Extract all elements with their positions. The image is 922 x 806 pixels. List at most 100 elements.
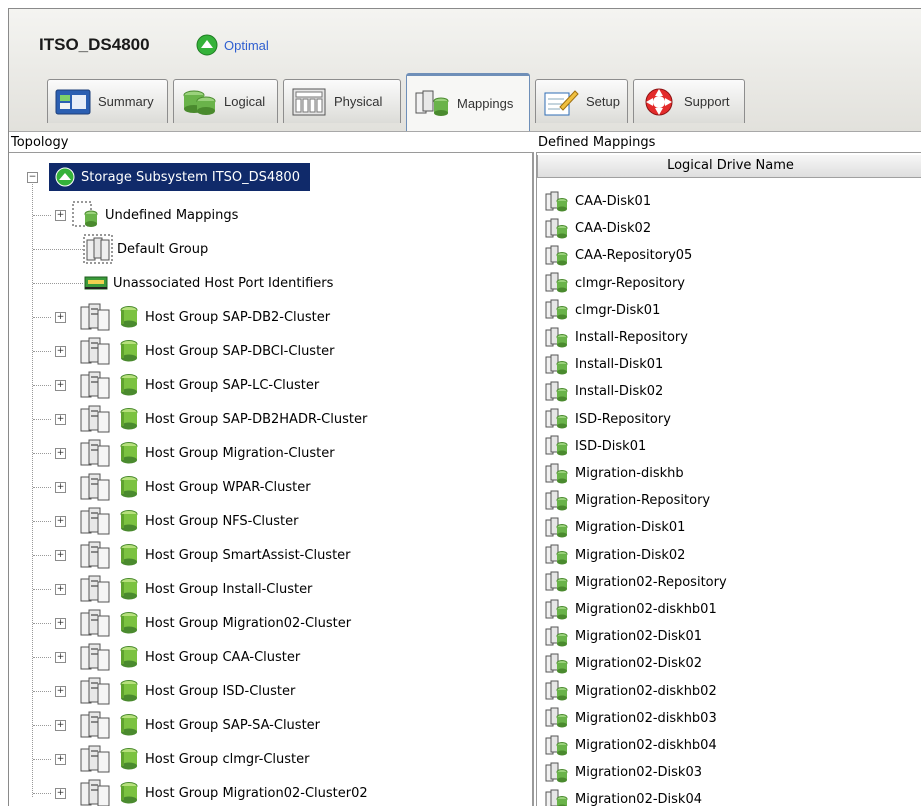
host-port-icon xyxy=(83,274,109,292)
mapping-row[interactable]: CAA-Disk02 xyxy=(545,215,651,242)
mapping-row[interactable]: ISD-Disk01 xyxy=(545,433,646,460)
tree-host-group[interactable]: Host Group SmartAssist-Cluster xyxy=(79,540,351,570)
tab-mappings[interactable]: Mappings xyxy=(406,73,530,131)
host-group-label: Host Group SAP-LC-Cluster xyxy=(145,377,320,393)
host-group-icon xyxy=(79,744,113,774)
host-group-icon xyxy=(79,608,113,638)
host-group-expand[interactable]: + xyxy=(55,652,66,663)
host-group-expand[interactable]: + xyxy=(55,346,66,357)
column-header-logical-drive[interactable]: Logical Drive Name xyxy=(537,155,921,178)
mapping-row[interactable]: CAA-Repository05 xyxy=(545,242,692,269)
tree-host-group[interactable]: Host Group SAP-DBCI-Cluster xyxy=(79,336,335,366)
app-window: ITSO_DS4800 Optimal Summary Logical Phys… xyxy=(8,8,921,806)
host-group-expand[interactable]: + xyxy=(55,414,66,425)
tree-host-group[interactable]: Host Group SAP-SA-Cluster xyxy=(79,710,320,740)
tab-setup[interactable]: Setup xyxy=(535,79,628,123)
host-group-label: Host Group clmgr-Cluster xyxy=(145,751,310,767)
tree-host-group[interactable]: Host Group ISD-Cluster xyxy=(79,676,295,706)
host-group-expand[interactable]: + xyxy=(55,686,66,697)
tab-logical-label: Logical xyxy=(224,94,266,109)
logical-drive-name: Install-Repository xyxy=(575,330,688,345)
mappings-heading: Defined Mappings xyxy=(538,135,656,150)
mapping-row[interactable]: Migration02-diskhb02 xyxy=(545,678,717,705)
tree-unassociated-label: Unassociated Host Port Identifiers xyxy=(113,275,334,291)
status-indicator[interactable]: Optimal xyxy=(196,34,269,56)
logical-drive-mapping-icon xyxy=(545,191,569,213)
logical-drive-mapping-icon xyxy=(545,408,569,430)
tree-host-group[interactable]: Host Group Migration02-Cluster02 xyxy=(79,778,368,806)
mapping-row[interactable]: Migration02-Disk04 xyxy=(545,786,702,806)
mapping-row[interactable]: Migration-diskhb xyxy=(545,460,684,487)
tree-host-group[interactable]: Host Group SAP-DB2-Cluster xyxy=(79,302,330,332)
tree-unassociated[interactable]: Unassociated Host Port Identifiers xyxy=(83,268,333,298)
tree-host-group[interactable]: Host Group Migration-Cluster xyxy=(79,438,335,468)
logical-drive-name: Migration02-diskhb04 xyxy=(575,738,717,753)
mapping-row[interactable]: Migration02-Disk02 xyxy=(545,650,702,677)
mapping-row[interactable]: Install-Repository xyxy=(545,324,688,351)
mapping-row[interactable]: Migration-Disk01 xyxy=(545,514,685,541)
tree-host-group[interactable]: Host Group SAP-DB2HADR-Cluster xyxy=(79,404,367,434)
host-group-label: Host Group SAP-DB2HADR-Cluster xyxy=(145,411,368,427)
host-group-expand[interactable]: + xyxy=(55,448,66,459)
host-group-expand[interactable]: + xyxy=(55,312,66,323)
tab-summary[interactable]: Summary xyxy=(47,79,168,123)
tree-host-group[interactable]: Host Group clmgr-Cluster xyxy=(79,744,309,774)
tree-default-group[interactable]: Default Group xyxy=(83,234,208,264)
undefined-mappings-expand[interactable]: + xyxy=(55,210,66,221)
tab-physical[interactable]: Physical xyxy=(283,79,401,123)
host-group-label: Host Group SAP-DBCI-Cluster xyxy=(145,343,335,359)
tree-undefined-mappings[interactable]: Undefined Mappings xyxy=(71,200,238,230)
mapping-row[interactable]: Migration02-diskhb01 xyxy=(545,596,717,623)
mapping-row[interactable]: Migration02-Disk01 xyxy=(545,623,702,650)
topology-tree[interactable]: − Storage Subsystem ITSO_DS4800 + Undefi… xyxy=(9,152,534,806)
host-group-icon xyxy=(79,336,113,366)
host-group-label: Host Group SmartAssist-Cluster xyxy=(145,547,351,563)
logical-drive-mapping-icon xyxy=(545,599,569,621)
mapping-row[interactable]: Migration02-diskhb03 xyxy=(545,705,717,732)
tree-host-group[interactable]: Host Group CAA-Cluster xyxy=(79,642,300,672)
host-group-expand[interactable]: + xyxy=(55,550,66,561)
subsystem-title: ITSO_DS4800 xyxy=(39,35,150,54)
tree-host-group[interactable]: Host Group Migration02-Cluster xyxy=(79,608,351,638)
host-group-expand[interactable]: + xyxy=(55,380,66,391)
root-collapse-toggle[interactable]: − xyxy=(27,172,38,183)
mapping-row[interactable]: Migration02-Repository xyxy=(545,569,727,596)
summary-icon xyxy=(54,87,92,117)
tree-host-group[interactable]: Host Group WPAR-Cluster xyxy=(79,472,311,502)
tree-host-group[interactable]: Host Group Install-Cluster xyxy=(79,574,312,604)
host-group-expand[interactable]: + xyxy=(55,720,66,731)
mapping-row[interactable]: CAA-Disk01 xyxy=(545,188,651,215)
mapping-row[interactable]: ISD-Repository xyxy=(545,406,671,433)
setup-icon xyxy=(542,87,580,117)
tree-root[interactable]: Storage Subsystem ITSO_DS4800 xyxy=(49,162,310,192)
host-group-expand[interactable]: + xyxy=(55,482,66,493)
mapping-row[interactable]: Migration02-Disk03 xyxy=(545,759,702,786)
logical-drive-mapping-icon xyxy=(545,381,569,403)
mapping-row[interactable]: clmgr-Disk01 xyxy=(545,297,660,324)
logical-drive-name: Migration-Disk01 xyxy=(575,520,686,536)
tab-support[interactable]: Support xyxy=(633,79,745,123)
tree-host-group[interactable]: Host Group SAP-LC-Cluster xyxy=(79,370,319,400)
volume-icon xyxy=(119,577,139,601)
logical-drive-mapping-icon xyxy=(545,571,569,593)
host-group-expand[interactable]: + xyxy=(55,516,66,527)
mappings-icon xyxy=(413,89,451,119)
mapping-row[interactable]: Migration-Repository xyxy=(545,487,710,514)
status-text: Optimal xyxy=(224,37,269,53)
mapping-row[interactable]: Migration-Disk02 xyxy=(545,542,685,569)
tab-logical[interactable]: Logical xyxy=(173,79,278,123)
logical-drive-mapping-icon xyxy=(545,653,569,675)
mapping-row[interactable]: Migration02-diskhb04 xyxy=(545,732,717,759)
host-group-expand[interactable]: + xyxy=(55,618,66,629)
mapping-row[interactable]: Install-Disk01 xyxy=(545,351,663,378)
host-group-expand[interactable]: + xyxy=(55,754,66,765)
mapping-row[interactable]: Install-Disk02 xyxy=(545,378,663,405)
host-group-expand[interactable]: + xyxy=(55,584,66,595)
mapping-row[interactable]: clmgr-Repository xyxy=(545,270,685,297)
host-group-expand[interactable]: + xyxy=(55,788,66,799)
logical-drive-mapping-icon xyxy=(545,327,569,349)
defined-mappings-table[interactable]: Logical Drive Name CAA-Disk01 CAA-Disk02 C… xyxy=(536,152,921,806)
tree-host-group[interactable]: Host Group NFS-Cluster xyxy=(79,506,299,536)
logical-drive-mapping-icon xyxy=(545,544,569,566)
logical-icon xyxy=(180,87,218,117)
